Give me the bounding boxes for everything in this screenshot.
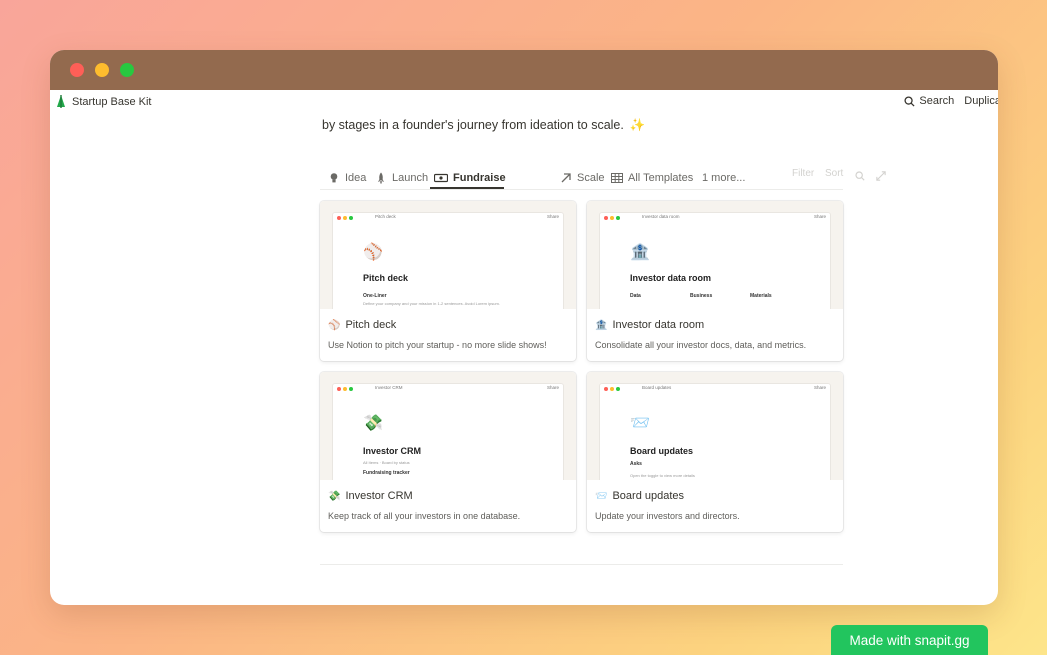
tab-all-templates[interactable]: All Templates [611,168,693,188]
card-preview: Investor CRM Share 💸 Investor CRM All It… [320,372,576,480]
preview-crumb: Investor data room [642,214,680,219]
template-card-board-updates[interactable]: Board updates Share 📨 Board updates Asks… [587,372,843,532]
tab-scale[interactable]: Scale [560,168,605,188]
flag-icon [57,95,65,108]
window-titlebar [50,50,998,90]
preview-subheading: Asks [630,461,642,467]
intro-text: by stages in a founder's journey from id… [322,118,645,133]
tab-label: Scale [577,172,605,184]
preview-page: Pitch deck Share ⚾ Pitch deck One-Liner … [333,213,563,309]
view-tabs: Idea Launch Fundraise Scale All Template… [320,161,886,190]
minimize-window-button[interactable] [95,63,109,77]
bank-icon: 🏦 [630,244,650,261]
page-topbar: Startup Base Kit Search Duplicat [50,90,998,114]
preview-subheading: Data [630,293,641,299]
card-title-text: Pitch deck [345,319,397,331]
preview-crumb: Investor CRM [375,385,403,390]
card-title-text: Board updates [612,490,685,502]
envelope-icon: 📨 [595,490,608,502]
tab-label: Idea [345,172,367,184]
tab-label: Launch [392,172,429,184]
card-title: 📨 Board updates [595,490,684,502]
search-icon[interactable] [855,171,865,181]
page-title: Startup Base Kit [72,95,152,108]
search-button[interactable]: Search [904,95,954,107]
preview-subheading: Fundraising tracker [363,470,410,476]
template-card-investor-data-room[interactable]: Investor data room Share 🏦 Investor data… [587,201,843,361]
preview-title: Board updates [630,446,694,456]
preview-subheading: Materials [750,293,772,299]
card-title: ⚾ Pitch deck [328,319,396,331]
tab-label: Fundraise [453,172,506,184]
lightbulb-icon [330,173,338,183]
card-title-text: Investor data room [612,319,705,331]
rocket-icon [378,172,384,184]
arrow-up-right-icon [561,173,571,183]
expand-icon[interactable] [876,171,886,181]
preview-subheading: Business [690,293,713,299]
preview-title: Investor data room [630,273,712,283]
active-tab-indicator [430,187,504,189]
preview-title: Pitch deck [363,273,409,283]
money-icon [434,173,448,183]
preview-crumb: Pitch deck [375,214,396,219]
maximize-window-button[interactable] [120,63,134,77]
tab-fundraise[interactable]: Fundraise [434,168,506,188]
tab-idea[interactable]: Idea [328,168,366,188]
breadcrumb[interactable]: Startup Base Kit [56,95,152,108]
duplicate-button[interactable]: Duplicat [964,95,998,107]
search-icon [904,95,915,107]
card-description: Use Notion to pitch your startup - no mo… [328,340,547,350]
sort-button[interactable]: Sort [825,168,843,179]
card-description: Update your investors and directors. [595,511,740,521]
card-description: Consolidate all your investor docs, data… [595,340,807,350]
preview-line: Define your company and your mission in … [363,301,500,306]
envelope-icon: 📨 [630,415,650,432]
money-wings-icon: 💸 [328,490,341,502]
tab-label: 1 more... [702,172,746,184]
intro-sentence: by stages in a founder's journey from id… [322,118,624,132]
preview-crumb: Board updates [642,385,672,390]
preview-share: Share [813,385,826,390]
template-card-investor-crm[interactable]: Investor CRM Share 💸 Investor CRM All It… [320,372,576,532]
card-title: 💸 Investor CRM [328,490,413,502]
preview-line: Open the toggle to view more details [630,473,695,478]
preview-line: All Items · Board by status [363,460,410,465]
template-card-pitch-deck[interactable]: Pitch deck Share ⚾ Pitch deck One-Liner … [320,201,576,361]
browser-window: Startup Base Kit Search Duplicat by stag… [50,50,998,605]
search-label: Search [919,95,955,107]
card-title-text: Investor CRM [345,490,413,502]
preview-title: Investor CRM [363,446,422,456]
baseball-icon: ⚾ [328,319,341,331]
baseball-icon: ⚾ [363,244,383,261]
tab-launch[interactable]: Launch [375,168,428,188]
preview-page: Investor CRM Share 💸 Investor CRM All It… [333,384,563,480]
preview-share: Share [813,214,826,219]
preview-page: Board updates Share 📨 Board updates Asks… [600,384,830,480]
card-title: 🏦 Investor data room [595,319,704,331]
card-description: Keep track of all your investors in one … [328,511,521,521]
card-preview: Board updates Share 📨 Board updates Asks… [587,372,843,480]
tab-more[interactable]: 1 more... [702,168,745,188]
bank-icon: 🏦 [595,319,608,331]
preview-share: Share [546,385,559,390]
snapit-badge[interactable]: Made with snapit.gg [831,625,988,655]
preview-page: Investor data room Share 🏦 Investor data… [600,213,830,309]
table-grid-icon [611,173,623,183]
preview-subheading: One-Liner [363,293,387,299]
filter-button[interactable]: Filter [792,168,814,179]
money-wings-icon: 💸 [363,415,383,432]
divider [320,564,843,565]
preview-share: Share [546,214,559,219]
sparkle-icon: ✨ [629,118,646,132]
close-window-button[interactable] [70,63,84,77]
card-preview: Pitch deck Share ⚾ Pitch deck One-Liner … [320,201,576,309]
card-preview: Investor data room Share 🏦 Investor data… [587,201,843,309]
tab-label: All Templates [628,172,694,184]
